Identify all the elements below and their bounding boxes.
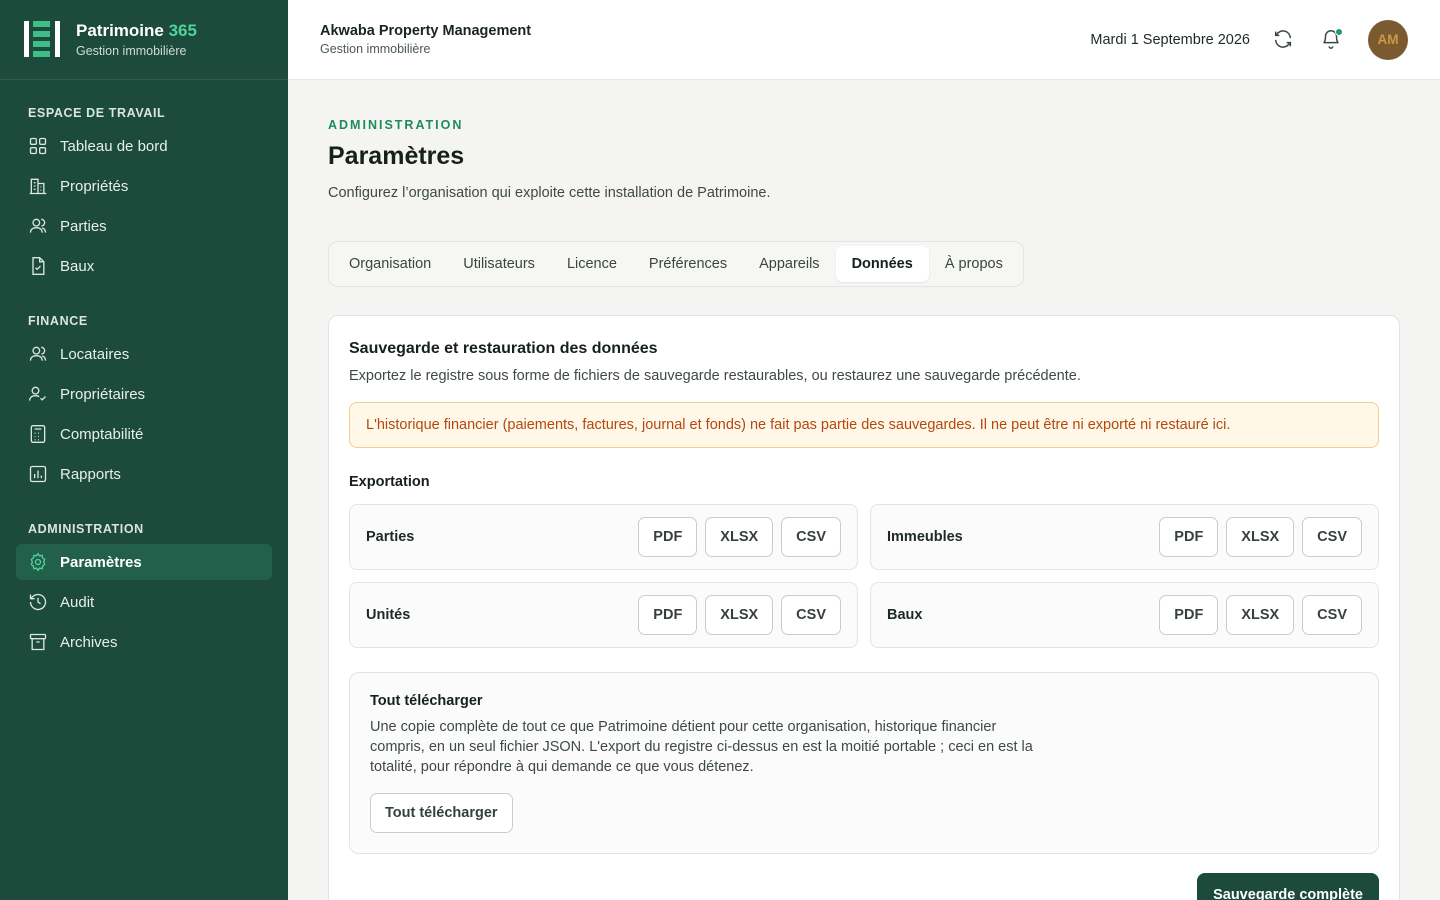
warning-banner: L'historique financier (paiements, factu…: [349, 402, 1379, 448]
sidebar-item-reports[interactable]: Rapports: [16, 456, 272, 492]
export-name: Baux: [887, 607, 923, 623]
dashboard-icon: [29, 137, 47, 155]
sidebar-item-label: Locataires: [60, 345, 130, 363]
tab-users[interactable]: Utilisateurs: [447, 246, 551, 282]
brand[interactable]: Patrimoine 365 Gestion immobilière: [0, 0, 288, 80]
export-row-leases: Baux PDF XLSX CSV: [870, 582, 1379, 648]
document-icon: [32, 257, 45, 275]
export-grid: Parties PDF XLSX CSV Immeubles PDF XLSX …: [349, 504, 1379, 648]
export-name: Parties: [366, 529, 415, 545]
archive-icon: [29, 633, 47, 651]
export-csv-button[interactable]: CSV: [781, 595, 841, 635]
tab-data[interactable]: Données: [835, 246, 929, 282]
export-pdf-button[interactable]: PDF: [638, 517, 698, 557]
sidebar-item-label: Comptabilité: [60, 425, 144, 443]
card-description: Exportez le registre sous forme de fichi…: [349, 368, 1081, 384]
download-all-title: Tout télécharger: [370, 693, 483, 709]
export-csv-button[interactable]: CSV: [781, 517, 841, 557]
nav-heading-workspace: ESPACE DE TRAVAIL: [28, 106, 166, 120]
card-title: Sauvegarde et restauration des données: [349, 340, 658, 357]
sidebar-item-label: Rapports: [60, 465, 121, 483]
export-xlsx-button[interactable]: XLSX: [705, 517, 774, 557]
nav-finance: FINANCE Locataires Propriétaires Comptab…: [0, 288, 288, 492]
tab-devices[interactable]: Appareils: [743, 246, 835, 282]
chart-icon: [29, 465, 47, 483]
nav-heading-administration: ADMINISTRATION: [28, 522, 144, 536]
current-date: Mardi 1 Septembre 2026: [1090, 31, 1250, 48]
tenants-icon: [29, 346, 47, 361]
export-section-label: Exportation: [349, 474, 430, 490]
sidebar-item-leases[interactable]: Baux: [16, 248, 272, 284]
export-pdf-button[interactable]: PDF: [1159, 595, 1219, 635]
calculator-icon: [30, 425, 46, 443]
refresh-icon: [1274, 29, 1292, 48]
page-title: Paramètres: [328, 142, 465, 170]
building-icon: [29, 178, 47, 195]
org-subtitle: Gestion immobilière: [320, 42, 431, 56]
page-eyebrow: ADMINISTRATION: [328, 118, 464, 132]
brand-name: Patrimoine 365: [76, 21, 197, 40]
page-description: Configurez l’organisation qui exploite c…: [328, 185, 771, 201]
sidebar-item-tenants[interactable]: Locataires: [16, 336, 272, 372]
sidebar-item-archives[interactable]: Archives: [16, 624, 272, 660]
gear-icon: [30, 552, 46, 572]
download-all-button[interactable]: Tout télécharger: [370, 793, 513, 833]
refresh-button[interactable]: [1272, 28, 1296, 52]
export-pdf-button[interactable]: PDF: [638, 595, 698, 635]
export-row-buildings: Immeubles PDF XLSX CSV: [870, 504, 1379, 570]
export-name: Unités: [366, 607, 411, 623]
export-xlsx-button[interactable]: XLSX: [705, 595, 774, 635]
brand-logo-icon: [24, 20, 64, 59]
sidebar-item-dashboard[interactable]: Tableau de bord: [16, 128, 272, 164]
full-backup-button[interactable]: Sauvegarde complète: [1197, 873, 1379, 900]
export-pdf-button[interactable]: PDF: [1159, 517, 1219, 557]
sidebar-item-label: Audit: [60, 593, 95, 611]
sidebar-item-parties[interactable]: Parties: [16, 208, 272, 244]
export-xlsx-button[interactable]: XLSX: [1226, 595, 1295, 635]
sidebar-item-label: Parties: [60, 217, 107, 235]
export-csv-button[interactable]: CSV: [1302, 517, 1362, 557]
sidebar-item-label: Propriétaires: [60, 385, 146, 403]
export-xlsx-button[interactable]: XLSX: [1226, 517, 1295, 557]
history-icon: [29, 593, 47, 611]
nav-administration: ADMINISTRATION Paramètres Audit Archives: [0, 496, 288, 660]
tab-license[interactable]: Licence: [551, 246, 633, 282]
settings-tabs: Organisation Utilisateurs Licence Préfér…: [328, 241, 1024, 287]
nav-workspace: ESPACE DE TRAVAIL Tableau de bord Propri…: [0, 80, 288, 284]
export-row-parties: Parties PDF XLSX CSV: [349, 504, 858, 570]
org-info: Akwaba Property Management Gestion immob…: [320, 23, 531, 56]
tab-preferences[interactable]: Préférences: [633, 246, 743, 282]
download-all-box: Tout télécharger Une copie complète de t…: [349, 672, 1379, 854]
sidebar: Patrimoine 365 Gestion immobilière ESPAC…: [0, 0, 288, 900]
sidebar-item-label: Archives: [60, 633, 118, 651]
sidebar-item-label: Baux: [60, 257, 95, 275]
tab-organisation[interactable]: Organisation: [333, 246, 447, 282]
export-csv-button[interactable]: CSV: [1302, 595, 1362, 635]
notifications-button[interactable]: [1320, 27, 1344, 52]
owner-icon: [29, 386, 46, 401]
sidebar-item-owners[interactable]: Propriétaires: [16, 376, 272, 412]
export-name: Immeubles: [887, 529, 963, 545]
tab-about[interactable]: À propos: [929, 246, 1019, 282]
sidebar-item-label: Propriétés: [60, 177, 129, 195]
sidebar-item-label: Tableau de bord: [60, 137, 168, 155]
notification-dot: [1335, 27, 1343, 36]
download-all-description: Une copie complète de tout ce que Patrim…: [370, 719, 1033, 775]
sidebar-item-audit[interactable]: Audit: [16, 584, 272, 620]
main-content: ADMINISTRATION Paramètres Configurez l’o…: [288, 80, 1440, 900]
brand-subtitle: Gestion immobilière: [76, 44, 187, 58]
sidebar-item-settings[interactable]: Paramètres: [16, 544, 272, 580]
sidebar-item-label: Paramètres: [60, 553, 142, 571]
avatar[interactable]: AM: [1368, 19, 1408, 60]
sidebar-item-accounting[interactable]: Comptabilité: [16, 416, 272, 452]
nav-heading-finance: FINANCE: [28, 314, 88, 328]
top-header: Akwaba Property Management Gestion immob…: [288, 0, 1440, 80]
users-icon: [29, 218, 47, 233]
org-name: Akwaba Property Management: [320, 23, 532, 39]
sidebar-item-properties[interactable]: Propriétés: [16, 168, 272, 204]
backup-card: Sauvegarde et restauration des données E…: [328, 315, 1400, 900]
export-row-units: Unités PDF XLSX CSV: [349, 582, 858, 648]
